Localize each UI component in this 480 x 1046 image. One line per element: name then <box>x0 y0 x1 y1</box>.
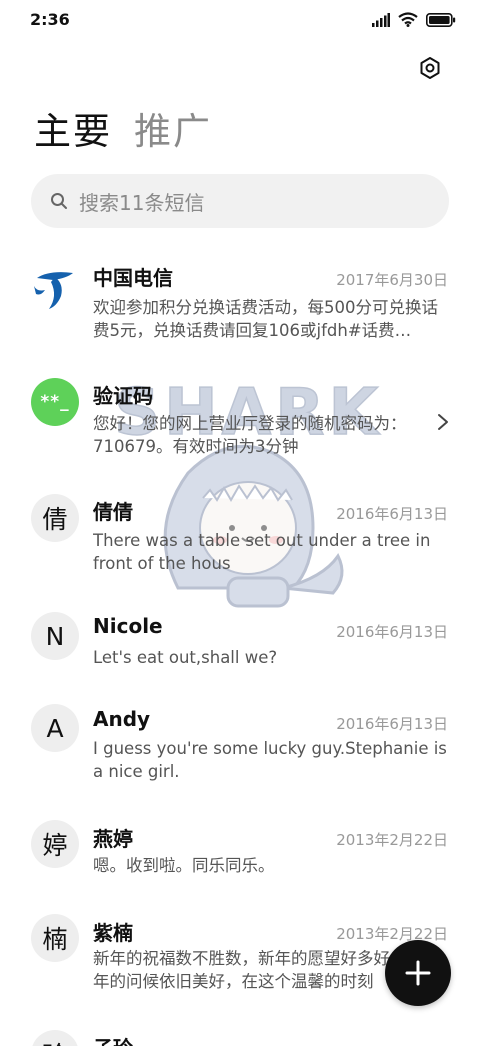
avatar: 玲 <box>31 1030 79 1046</box>
contact-name: 验证码 <box>93 384 153 408</box>
tab-promotions[interactable]: 推广 <box>134 108 212 156</box>
settings-button[interactable] <box>414 52 446 84</box>
contact-name: 倩倩 <box>93 500 133 524</box>
search-input[interactable]: 搜索11条短信 <box>79 187 204 216</box>
plus-icon <box>405 960 431 986</box>
list-item[interactable]: N Nicole 2016年6月13日 Let's eat out,shall … <box>0 596 480 686</box>
list-item[interactable]: 玲 子玲 <box>0 1016 480 1046</box>
message-preview: 您好！您的网上营业厅登录的随机密码为：710679。有效时间为3分钟 <box>93 414 407 456</box>
avatar: A <box>31 704 79 752</box>
avatar: N <box>31 612 79 660</box>
new-message-button[interactable] <box>385 940 451 1006</box>
message-preview: I guess you're some lucky guy.Stephanie … <box>93 739 447 781</box>
message-preview: There was a table set out under a tree i… <box>93 531 431 573</box>
contact-name: Nicole <box>93 614 163 638</box>
message-date: 2017年6月30日 <box>336 271 448 289</box>
message-date: 2013年2月22日 <box>336 831 448 849</box>
avatar: 婷 <box>31 820 79 868</box>
message-date: 2016年6月13日 <box>336 623 448 641</box>
list-item[interactable]: 婷 燕婷 2013年2月22日 嗯。收到啦。同乐同乐。 <box>0 806 480 896</box>
message-preview: 欢迎参加积分兑换话费活动，每500分可兑换话费5元，兑换话费请回复106或jfd… <box>93 298 438 340</box>
avatar: **_ <box>31 378 79 426</box>
wifi-icon <box>398 12 418 27</box>
status-time: 2:36 <box>30 10 70 29</box>
list-item[interactable]: A Andy 2016年6月13日 I guess you're some lu… <box>0 690 480 802</box>
settings-hexagon-icon <box>420 57 440 79</box>
list-item[interactable]: **_ 验证码 您好！您的网上营业厅登录的随机密码为：710679。有效时间为3… <box>0 360 480 472</box>
search-bar[interactable]: 搜索11条短信 <box>31 174 449 228</box>
contact-name: 中国电信 <box>93 266 173 290</box>
avatar: 倩 <box>31 494 79 542</box>
status-icons <box>372 12 456 27</box>
tabs: 主要 推广 <box>34 108 212 156</box>
list-item[interactable]: 中国电信 2017年6月30日 欢迎参加积分兑换话费活动，每500分可兑换话费5… <box>0 244 480 356</box>
list-item[interactable]: 倩 倩倩 2016年6月13日 There was a table set ou… <box>0 476 480 592</box>
contact-name: 子玲 <box>93 1032 133 1046</box>
tab-primary[interactable]: 主要 <box>34 108 112 156</box>
message-preview: Let's eat out,shall we? <box>93 648 278 667</box>
contact-name: Andy <box>93 707 151 731</box>
status-bar: 2:36 <box>0 0 480 40</box>
message-preview: 嗯。收到啦。同乐同乐。 <box>93 856 275 875</box>
message-date: 2016年6月13日 <box>336 715 448 733</box>
message-date: 2016年6月13日 <box>336 505 448 523</box>
chevron-right-icon[interactable] <box>436 412 450 432</box>
contact-name: 燕婷 <box>93 827 133 851</box>
avatar: 楠 <box>31 914 79 962</box>
signal-icon <box>372 12 390 27</box>
telecom-logo-icon <box>31 262 79 310</box>
battery-icon <box>426 12 456 27</box>
message-date: 2013年2月22日 <box>336 925 448 943</box>
search-icon <box>49 191 69 211</box>
contact-name: 紫楠 <box>93 921 133 945</box>
